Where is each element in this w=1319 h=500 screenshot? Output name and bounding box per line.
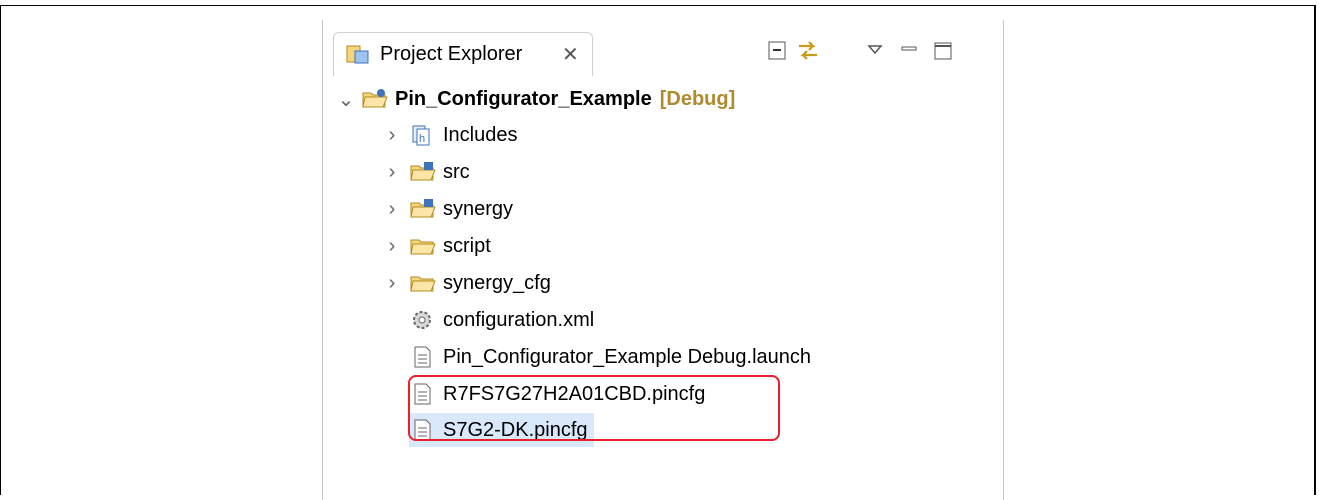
- folder-icon: [410, 276, 436, 292]
- chevron-down-icon[interactable]: ⌄: [337, 87, 355, 112]
- svg-text:h: h: [419, 133, 425, 145]
- project-explorer-icon: [346, 45, 369, 64]
- project-folder-icon: [362, 89, 388, 108]
- tree-item-script[interactable]: › script: [383, 229, 491, 263]
- tree-item-includes[interactable]: › h Includes: [383, 118, 518, 152]
- tree-item-synergy[interactable]: › synergy: [383, 192, 513, 226]
- tree-item-src[interactable]: › src: [383, 155, 470, 189]
- tree-item-synergy-cfg[interactable]: › synergy_cfg: [383, 266, 551, 300]
- view-menu-icon[interactable]: [863, 40, 887, 62]
- includes-icon: h: [412, 125, 430, 146]
- build-config-decoration: [Debug]: [659, 87, 736, 110]
- file-icon: [414, 346, 431, 368]
- minimize-icon[interactable]: [897, 40, 921, 62]
- chevron-right-icon[interactable]: ›: [383, 198, 401, 221]
- view-tab-bar: Project Explorer ✕: [323, 20, 1003, 80]
- chevron-right-icon[interactable]: ›: [383, 124, 401, 147]
- chevron-right-icon[interactable]: ›: [383, 272, 401, 295]
- link-with-editor-icon[interactable]: [796, 40, 820, 62]
- tree-item-label: src: [443, 160, 470, 183]
- tree-item-project[interactable]: ⌄ Pin_Configurator_Example [Debug]: [337, 82, 736, 116]
- tree-item-label: script: [443, 234, 491, 257]
- tab-label: Project Explorer: [380, 43, 523, 65]
- collapse-all-icon[interactable]: [766, 40, 790, 62]
- tab-project-explorer[interactable]: Project Explorer ✕: [333, 32, 593, 76]
- project-label: Pin_Configurator_Example: [395, 87, 652, 110]
- tree-item-label: synergy_cfg: [443, 271, 551, 294]
- tree-item-label: synergy: [443, 197, 514, 220]
- close-icon[interactable]: ✕: [562, 42, 579, 67]
- tree-item-configuration-xml[interactable]: configuration.xml: [409, 303, 594, 337]
- maximize-icon[interactable]: [931, 40, 955, 62]
- highlight-annotation: [408, 375, 780, 441]
- tree-item-launch-file[interactable]: Pin_Configurator_Example Debug.launch: [409, 340, 811, 374]
- chevron-right-icon[interactable]: ›: [383, 161, 401, 184]
- chevron-right-icon[interactable]: ›: [383, 235, 401, 258]
- source-folder-icon: [410, 162, 436, 181]
- tree-item-label: Pin_Configurator_Example Debug.launch: [443, 345, 812, 368]
- tree-item-label: configuration.xml: [443, 308, 595, 331]
- folder-icon: [410, 239, 436, 255]
- tree-item-label: Includes: [443, 123, 518, 146]
- gear-file-icon: [413, 311, 431, 329]
- source-folder-icon: [410, 199, 436, 218]
